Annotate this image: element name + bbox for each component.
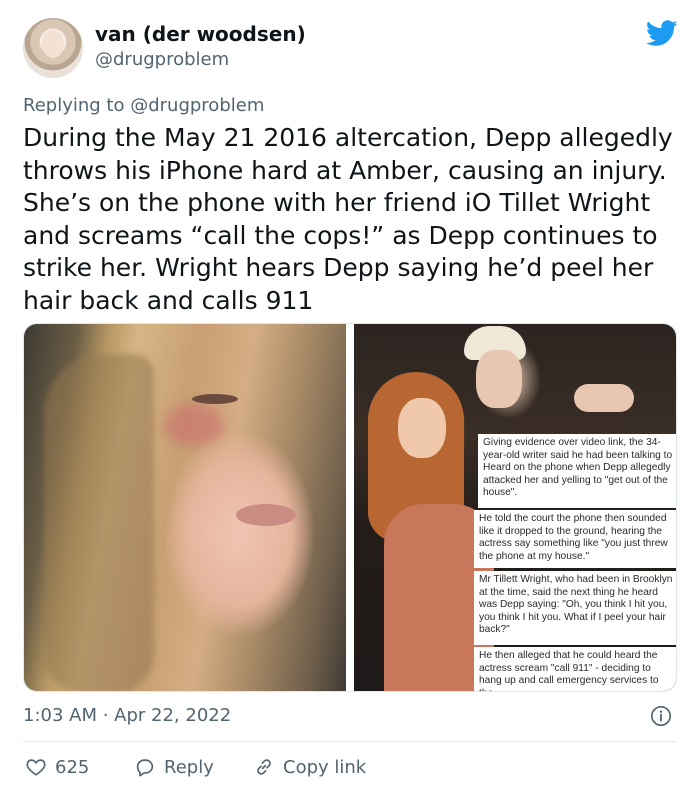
photo-eye [192,394,238,404]
media-grid: Giving evidence over video link, the 34-… [23,323,677,692]
photo-news-clipping[interactable]: Giving evidence over video link, the 34-… [354,324,676,691]
avatar-face [42,30,64,58]
heart-icon [26,759,46,776]
photo-woman-face [398,398,446,458]
caption-2: He told the court the phone then sounded… [474,510,676,568]
copy-link-button[interactable]: Copy link [253,756,366,778]
replying-to: Replying to @drugproblem [23,95,264,116]
photo-arm [574,384,634,412]
photo-bruise [164,404,224,446]
tweet-text: During the May 21 2016 altercation, Depp… [23,123,673,315]
speech-bubble-icon [136,759,154,777]
avatar[interactable] [23,18,83,78]
photo-lips [236,504,296,526]
twitter-bird-icon[interactable] [646,20,678,47]
photo-hair [44,354,154,691]
user-handle[interactable]: @drugproblem [95,49,229,70]
tweet-card: van (der woodsen) @drugproblem Replying … [0,0,700,791]
replying-prefix: Replying to [23,95,125,116]
display-name[interactable]: van (der woodsen) [95,22,306,46]
like-count: 625 [55,756,90,778]
like-button[interactable]: 625 [25,756,89,778]
caption-4: He then alleged that he could heard the … [474,647,676,691]
link-icon [257,759,271,775]
caption-3: Mr Tillett Wright, who had been in Brook… [474,571,676,645]
action-divider [23,741,677,742]
copy-link-label: Copy link [283,756,367,778]
reply-button[interactable]: Reply [134,756,214,778]
replying-mention[interactable]: @drugproblem [130,95,264,116]
caption-1: Giving evidence over video link, the 34-… [478,434,676,508]
timestamp[interactable]: 1:03 AM · Apr 22, 2022 [23,705,231,726]
info-icon[interactable] [650,705,672,727]
reply-label: Reply [164,756,214,778]
photo-closeup[interactable] [24,324,346,691]
media-gutter [346,324,354,691]
photo-man-face [476,350,522,408]
